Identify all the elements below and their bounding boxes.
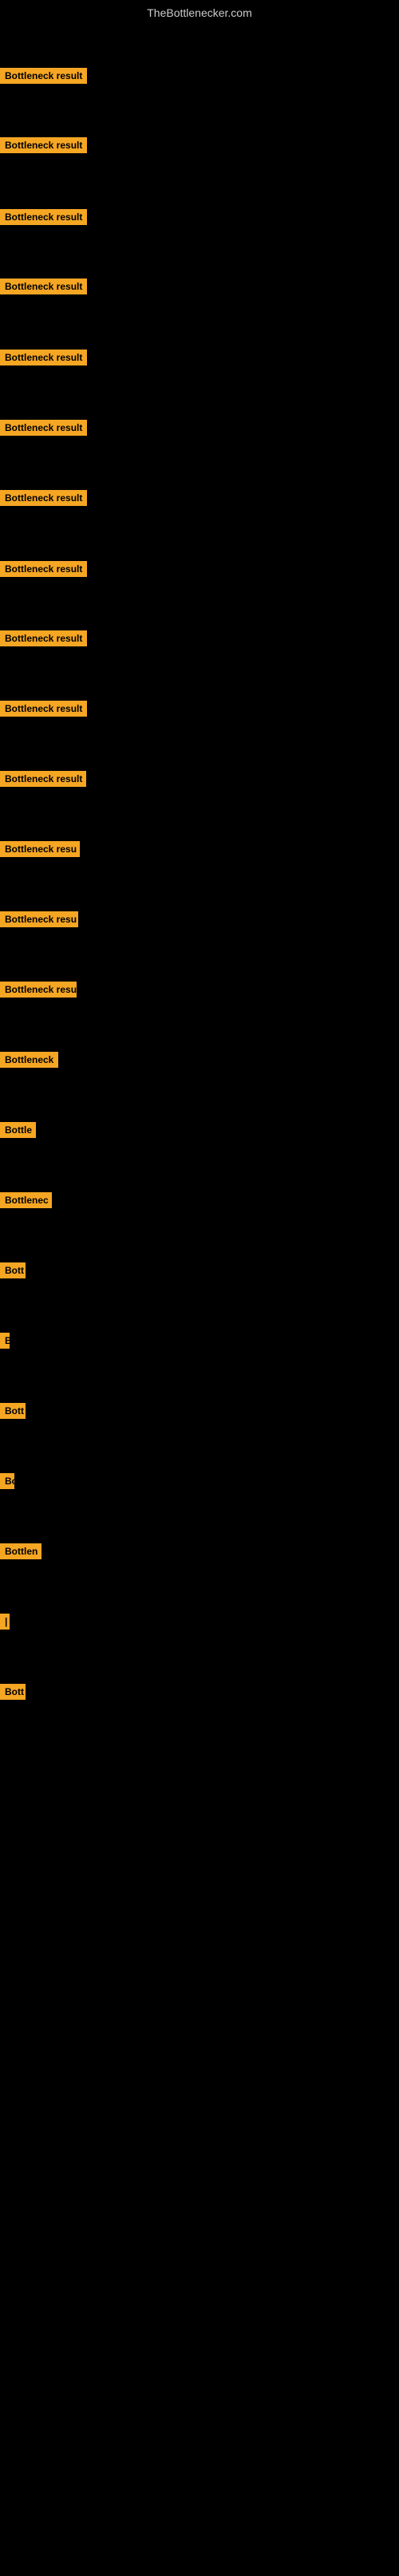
bottleneck-badge-19: B (0, 1333, 10, 1349)
bottleneck-badge-13: Bottleneck resu (0, 911, 78, 927)
bottleneck-badge-6: Bottleneck result (0, 420, 87, 436)
bottleneck-badge-21: Bo (0, 1473, 14, 1489)
bottleneck-badge-24: Bott (0, 1684, 26, 1700)
bottleneck-badge-16: Bottle (0, 1122, 36, 1138)
bottleneck-badge-11: Bottleneck result (0, 771, 86, 787)
bottleneck-badge-18: Bott (0, 1262, 26, 1278)
bottleneck-badge-7: Bottleneck result (0, 490, 87, 506)
bottleneck-badge-14: Bottleneck resu (0, 982, 77, 998)
bottleneck-badge-1: Bottleneck result (0, 68, 87, 84)
bottleneck-badge-8: Bottleneck result (0, 561, 87, 577)
bottleneck-badge-23: | (0, 1614, 10, 1630)
bottleneck-badge-12: Bottleneck resu (0, 841, 80, 857)
bottleneck-badge-4: Bottleneck result (0, 279, 87, 294)
bottleneck-badge-10: Bottleneck result (0, 701, 87, 717)
bottleneck-badge-22: Bottlen (0, 1543, 41, 1559)
bottleneck-badge-9: Bottleneck result (0, 630, 87, 646)
bottleneck-badge-17: Bottlenec (0, 1192, 52, 1208)
bottleneck-badge-5: Bottleneck result (0, 350, 87, 365)
bottleneck-badge-3: Bottleneck result (0, 209, 87, 225)
bottleneck-badge-15: Bottleneck (0, 1052, 58, 1068)
site-title: TheBottlenecker.com (0, 0, 399, 22)
bottleneck-badge-20: Bott (0, 1403, 26, 1419)
bottleneck-badge-2: Bottleneck result (0, 137, 87, 153)
